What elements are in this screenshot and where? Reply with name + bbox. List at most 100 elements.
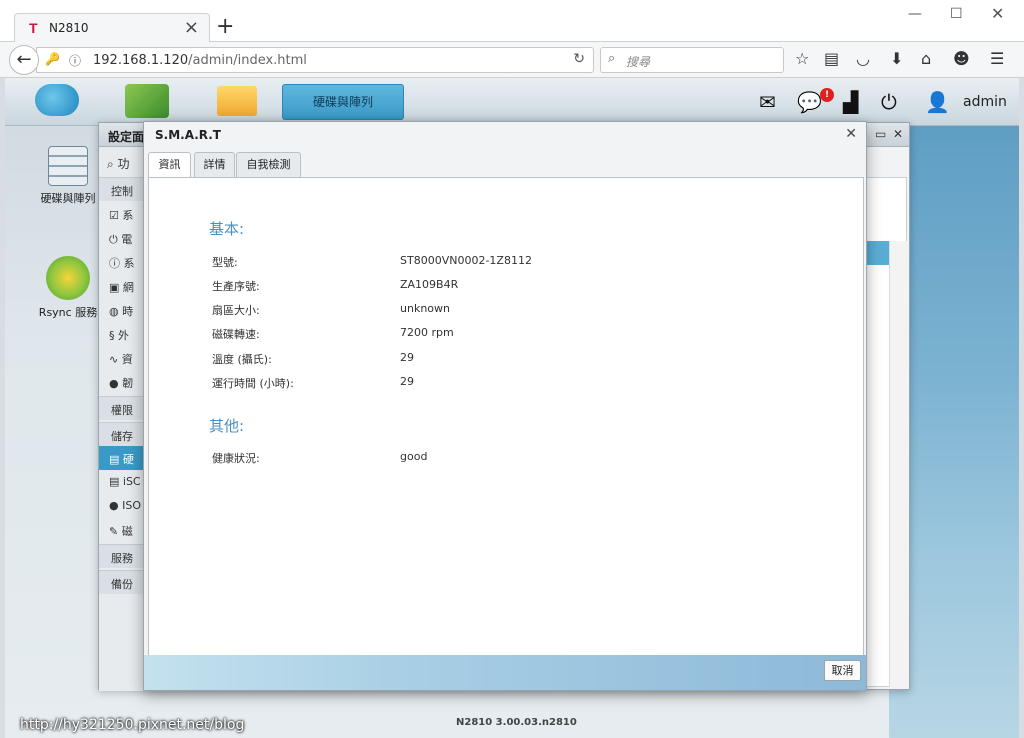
user-name[interactable]: admin (963, 94, 1007, 110)
key-icon[interactable]: 🔑 (45, 52, 60, 66)
sidebar-section-service[interactable]: 服務 (99, 544, 144, 568)
chat-icon[interactable]: 💬 (797, 90, 822, 114)
info-icon[interactable]: ⓘ (69, 52, 81, 69)
sidebar-item[interactable]: § 外 (99, 322, 144, 346)
sector-size-value: unknown (400, 302, 450, 315)
rotation-speed-value: 7200 rpm (400, 326, 454, 339)
sidebar-item-label: 磁 (121, 525, 133, 538)
sidebar-item[interactable]: ● 韌 (99, 370, 144, 394)
window-close-icon[interactable]: ✕ (991, 4, 1004, 23)
maximize-icon[interactable]: ▭ (875, 127, 886, 141)
download-icon[interactable]: ⬇ (890, 49, 903, 68)
watermark: http://hy321250.pixnet.net/blog (20, 717, 245, 733)
url-path: /admin/index.html (188, 53, 307, 68)
sidebar-item[interactable]: ⏻ 電 (99, 226, 144, 250)
sidebar-item[interactable]: ☑ 系 (99, 202, 144, 226)
serial-value: ZA109B4R (400, 278, 459, 291)
reading-list-icon[interactable]: ▤ (824, 49, 839, 68)
sidebar-item-disk-array[interactable]: ▤ 硬 (99, 446, 144, 470)
sidebar-search-hint: 功 (117, 157, 130, 171)
sidebar-search[interactable]: ⌕ 功 (107, 155, 130, 172)
serial-label: 生產序號: (212, 280, 260, 293)
url-bar[interactable]: 🔑 ⓘ 192.168.1.120/admin/index.html ↻ (36, 47, 594, 73)
model-value: ST8000VN0002-1Z8112 (400, 254, 532, 267)
rsync-icon (46, 256, 90, 300)
sidebar-section-control[interactable]: 控制 (99, 177, 144, 201)
settings-window-title: 設定面 (108, 130, 145, 144)
sidebar-item-label: 資 (121, 353, 133, 366)
desktop-icon-label: Rsync 服務 (38, 306, 98, 319)
dialog-footer: 取消 (144, 655, 866, 690)
nas-topbar: 硬碟與陣列 ✉ 💬 ! ▟ ⏻ 👤 admin (5, 78, 1019, 126)
sidebar-item-label: 外 (118, 329, 129, 342)
disk-array-icon (48, 146, 88, 186)
other-section-title: 其他: (209, 417, 245, 435)
sidebar-item-label: 系 (122, 209, 134, 222)
sidebar-item-label: ISO (122, 499, 141, 512)
pocket-icon[interactable]: ◡ (856, 49, 870, 68)
smart-dialog: S.M.A.R.T ✕ 資訊 詳情 自我檢測 基本: 型號: ST8000VN0… (143, 121, 867, 691)
tab-info[interactable]: 資訊 (148, 152, 191, 179)
basic-section-title: 基本: (209, 220, 245, 238)
power-on-hours-label: 運行時間 (小時): (212, 377, 294, 390)
model-label: 型號: (212, 256, 238, 269)
file-manager-icon[interactable] (217, 86, 257, 116)
url-text[interactable]: 192.168.1.120/admin/index.html (93, 53, 307, 68)
desktop-icon-label: 硬碟與陣列 (40, 192, 96, 205)
desktop-icon-disk-array[interactable]: 硬碟與陣列 (33, 146, 103, 206)
bookmark-star-icon[interactable]: ☆ (795, 49, 809, 68)
home-icon[interactable]: ⌂ (921, 49, 931, 68)
notification-badge: ! (820, 88, 834, 102)
new-tab-icon[interactable]: + (216, 14, 234, 39)
sidebar-item[interactable]: ⓘ 系 (99, 250, 144, 274)
browser-titlebar: T N2810 × + — ☐ ✕ (0, 0, 1024, 43)
dialog-title: S.M.A.R.T (155, 128, 221, 142)
browser-navbar: 🔑 ⓘ 192.168.1.120/admin/index.html ↻ ← ⌕… (0, 42, 1024, 78)
sector-size-label: 扇區大小: (212, 304, 260, 317)
browser-tab[interactable]: T N2810 × (14, 13, 210, 43)
tab-self-test[interactable]: 自我檢測 (236, 152, 301, 178)
cancel-button[interactable]: 取消 (824, 660, 861, 681)
sidebar-item-label: 時 (122, 305, 134, 318)
desktop-icon-rsync[interactable]: Rsync 服務 (33, 256, 103, 320)
temperature-label: 溫度 (攝氏): (212, 353, 272, 366)
sidebar-item[interactable]: ◍ 時 (99, 298, 144, 322)
mail-icon[interactable]: ✉ (759, 90, 776, 114)
temperature-value: 29 (400, 351, 414, 364)
search-bar[interactable]: ⌕ 搜尋 (600, 47, 784, 73)
cloud-app-icon[interactable] (35, 84, 79, 116)
scrollbar[interactable] (889, 241, 907, 687)
sidebar-item-label: iSC (122, 475, 141, 488)
sidebar-section-storage[interactable]: 儲存 (99, 422, 144, 446)
close-tab-icon[interactable]: × (184, 17, 199, 38)
close-icon[interactable]: ✕ (893, 127, 903, 141)
minimize-icon[interactable]: — (908, 6, 922, 22)
reload-icon[interactable]: ↻ (573, 51, 585, 67)
user-icon[interactable]: 👤 (925, 90, 950, 114)
tab-details[interactable]: 詳情 (194, 152, 235, 178)
sidebar-section-backup[interactable]: 備份 (99, 570, 144, 594)
hamburger-menu-icon[interactable]: ☰ (990, 49, 1004, 68)
sidebar-item[interactable]: ● ISO (99, 494, 144, 518)
app-center-icon[interactable] (125, 84, 169, 118)
info-panel: 基本: 型號: ST8000VN0002-1Z8112 生產序號: ZA109B… (148, 177, 864, 657)
sidebar-item[interactable]: ▤ iSC (99, 470, 144, 494)
sidebar-item[interactable]: ▣ 網 (99, 274, 144, 298)
back-icon[interactable]: ← (9, 45, 39, 75)
taskbar-disk-array-tab[interactable]: 硬碟與陣列 (282, 84, 404, 120)
sidebar-item-label: 網 (122, 281, 134, 294)
url-host: 192.168.1.120 (93, 53, 189, 68)
sidebar-item[interactable]: ✎ 磁 (99, 518, 144, 542)
power-on-hours-value: 29 (400, 375, 414, 388)
rotation-speed-label: 磁碟轉速: (212, 328, 260, 341)
settings-sidebar: ⌕ 功 控制 ☑ 系 ⏻ 電 ⓘ 系 ▣ 網 ◍ 時 § 外 ∿ 資 ● 韌 權… (99, 147, 145, 691)
search-icon: ⌕ (608, 51, 616, 66)
chart-icon[interactable]: ▟ (843, 90, 858, 114)
close-icon[interactable]: ✕ (845, 126, 857, 142)
power-icon[interactable]: ⏻ (881, 90, 897, 114)
smiley-icon[interactable]: ☻ (953, 49, 970, 68)
sidebar-item[interactable]: ∿ 資 (99, 346, 144, 370)
sidebar-section-permission[interactable]: 權限 (99, 396, 144, 420)
sidebar-item-label: 電 (121, 233, 133, 246)
maximize-icon[interactable]: ☐ (950, 6, 963, 22)
